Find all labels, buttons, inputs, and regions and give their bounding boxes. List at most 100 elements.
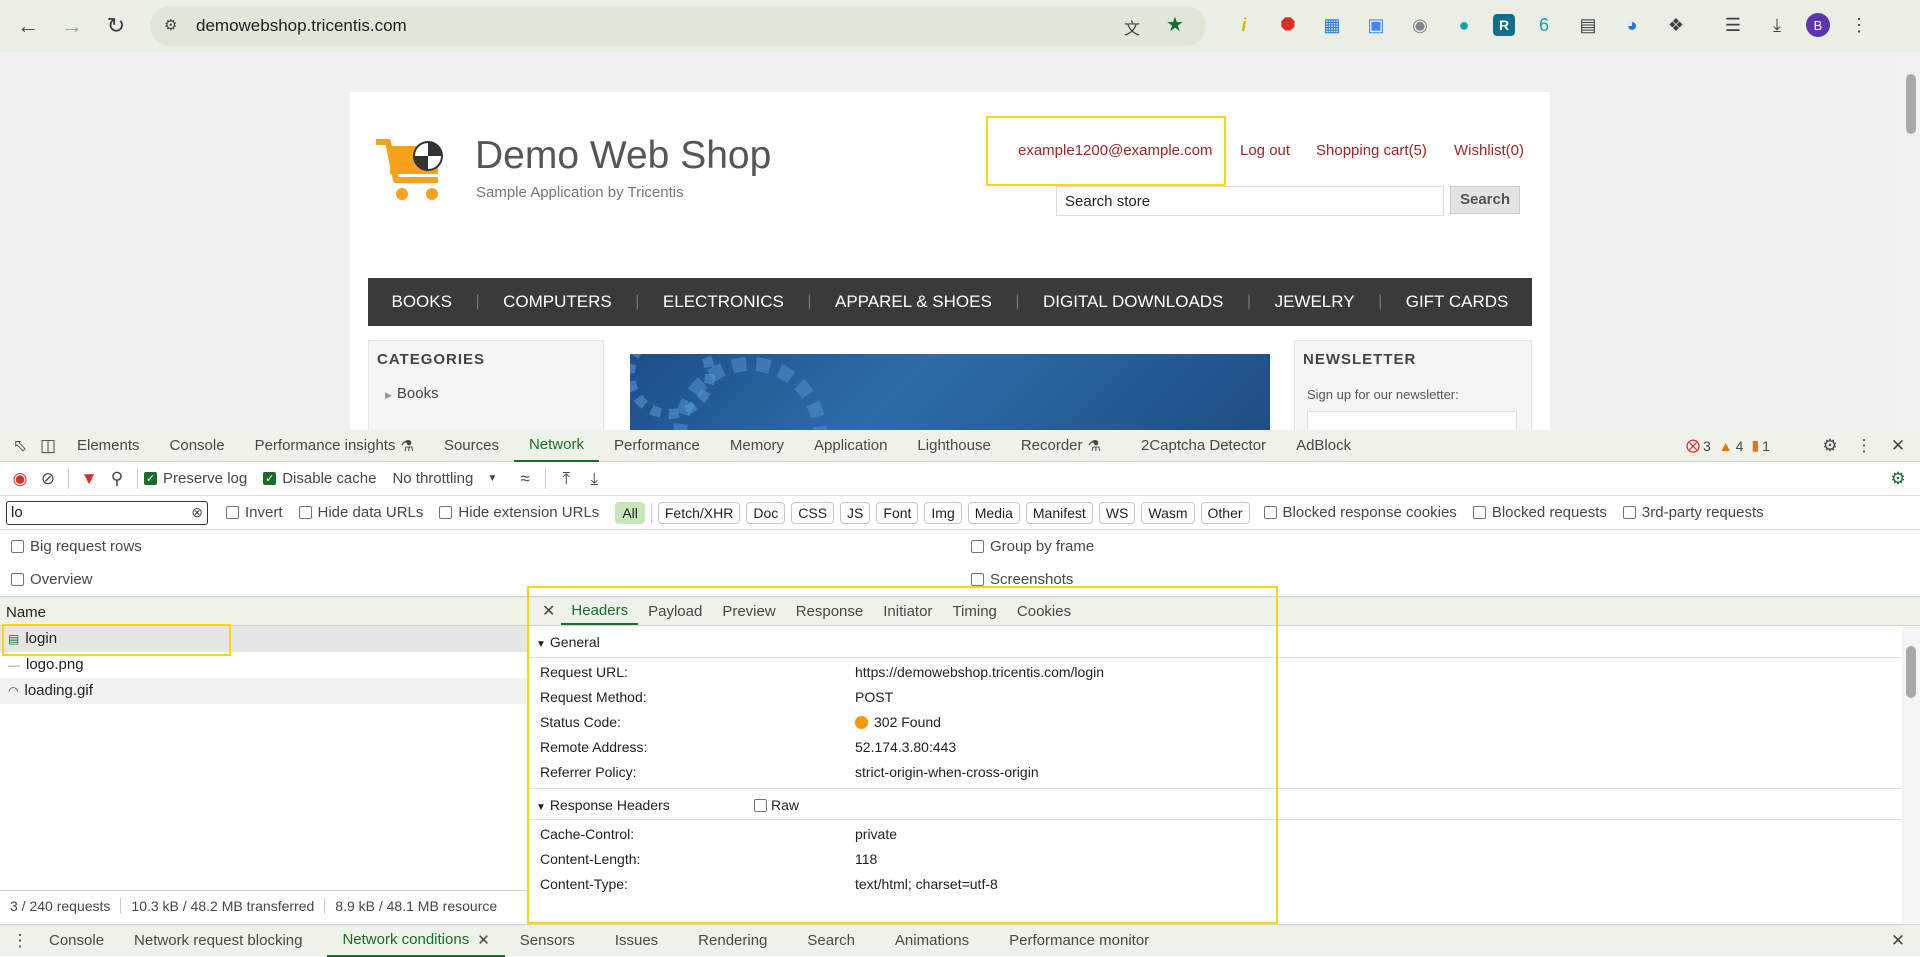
kebab-menu-icon[interactable]: ⋮ <box>1850 432 1878 460</box>
preserve-log-checkbox[interactable]: ✓ Preserve log <box>144 470 247 487</box>
tab-lighthouse[interactable]: Lighthouse <box>902 430 1005 462</box>
third-party-requests-checkbox[interactable]: 3rd-party requests <box>1622 504 1764 521</box>
more-menu-icon[interactable]: ⋮ <box>1844 10 1874 40</box>
network-settings-gear-icon[interactable]: ⚙ <box>1884 465 1912 493</box>
search-icon[interactable]: ⚲ <box>103 465 131 493</box>
scan-extension-icon[interactable]: ▣ <box>1361 10 1391 40</box>
filter-other[interactable]: Other <box>1200 501 1250 524</box>
hide-data-urls-checkbox[interactable]: Hide data URLs <box>298 504 423 521</box>
filter-all[interactable]: All <box>615 501 645 524</box>
menu-item-computers[interactable]: COMPUTERS <box>503 292 612 312</box>
network-conditions-icon[interactable]: ≈ <box>511 465 539 493</box>
filter-manifest[interactable]: Manifest <box>1025 501 1093 524</box>
logo[interactable] <box>374 136 456 206</box>
hide-extension-urls-checkbox[interactable]: Hide extension URLs <box>439 504 599 521</box>
tab-recorder[interactable]: Recorder ⚗ <box>1006 430 1116 462</box>
filter-doc[interactable]: Doc <box>746 501 786 524</box>
drawer-tab-console[interactable]: Console <box>34 925 119 957</box>
tab-elements[interactable]: Elements <box>62 430 155 462</box>
drawer-tab-rendering[interactable]: Rendering <box>683 925 782 957</box>
request-row-loading[interactable]: ◠ loading.gif <box>0 678 527 704</box>
download-icon[interactable]: ⤓ <box>1762 10 1792 40</box>
inspect-element-icon[interactable]: ⬁ <box>6 432 34 460</box>
logout-link[interactable]: Log out <box>1240 142 1290 159</box>
wishlist-link[interactable]: Wishlist(0) <box>1454 142 1524 159</box>
reload-icon[interactable]: ↻ <box>98 8 134 44</box>
filter-input[interactable]: lo ⊗ <box>6 500 208 525</box>
page-scrollbar-thumb[interactable] <box>1906 74 1916 134</box>
import-har-icon[interactable]: ⤒ <box>552 465 580 493</box>
drawer-tab-animations[interactable]: Animations <box>880 925 984 957</box>
drawer-tab-search[interactable]: Search <box>792 925 870 957</box>
newsletter-email-input[interactable] <box>1307 411 1517 430</box>
filter-css[interactable]: CSS <box>791 501 835 524</box>
site-info-icon[interactable]: ⚙ <box>164 16 177 34</box>
close-tab-icon[interactable]: ✕ <box>477 931 490 949</box>
filter-wasm[interactable]: Wasm <box>1141 501 1195 524</box>
filter-img[interactable]: Img <box>924 501 962 524</box>
export-har-icon[interactable]: ⤓ <box>580 465 608 493</box>
drawer-tab-issues[interactable]: Issues <box>600 925 673 957</box>
big-request-rows-checkbox[interactable]: Big request rows <box>11 538 142 555</box>
menu-item-electronics[interactable]: ELECTRONICS <box>663 292 784 312</box>
close-devtools-icon[interactable]: ✕ <box>1884 432 1912 460</box>
group-by-frame-checkbox[interactable]: Group by frame <box>971 538 1094 555</box>
blue-circle-extension-icon[interactable]: ◕ <box>1617 10 1647 40</box>
menu-item-books[interactable]: BOOKS <box>392 292 452 312</box>
category-books[interactable]: ▶ Books <box>385 385 439 402</box>
tab-application[interactable]: Application <box>799 430 902 462</box>
puzzle-extensions-icon[interactable]: ❖ <box>1661 10 1691 40</box>
menu-item-jewelry[interactable]: JEWELRY <box>1275 292 1355 312</box>
drawer-menu-icon[interactable]: ⋮ <box>6 927 34 955</box>
media-controls-icon[interactable]: ☰ <box>1718 10 1748 40</box>
record-stop-icon[interactable]: ◉ <box>6 465 34 493</box>
invert-checkbox[interactable]: Invert <box>226 504 283 521</box>
sheet-extension-icon[interactable]: ▤ <box>1573 10 1603 40</box>
blocked-response-cookies-checkbox[interactable]: Blocked response cookies <box>1263 504 1457 521</box>
clear-filter-icon[interactable]: ⊗ <box>191 504 203 521</box>
filter-ws[interactable]: WS <box>1098 501 1136 524</box>
filter-fetch-xhr[interactable]: Fetch/XHR <box>657 501 741 524</box>
account-link[interactable]: example1200@example.com <box>1018 142 1213 159</box>
tab-adblock[interactable]: AdBlock <box>1281 430 1366 462</box>
r-extension-icon[interactable]: R <box>1493 14 1515 36</box>
tab-network[interactable]: Network <box>513 430 599 462</box>
search-input[interactable]: Search store <box>1056 186 1444 216</box>
drawer-tab-network-conditions[interactable]: Network conditions ✕ <box>327 925 505 957</box>
menu-item-digital-downloads[interactable]: DIGITAL DOWNLOADS <box>1043 292 1223 312</box>
tab-sources[interactable]: Sources <box>429 430 514 462</box>
tab-performance-insights[interactable]: Performance insights ⚗ <box>240 430 429 462</box>
tab-memory[interactable]: Memory <box>715 430 799 462</box>
throttling-select[interactable]: No throttling ▼ <box>392 470 497 487</box>
chart-extension-icon[interactable]: ▦ <box>1317 10 1347 40</box>
details-scrollbar[interactable] <box>1902 626 1920 926</box>
filter-js[interactable]: JS <box>840 501 871 524</box>
address-bar[interactable]: ⚙ demowebshop.tricentis.com 文 ★ <box>150 6 1206 46</box>
extension-i-icon[interactable]: i <box>1229 10 1259 40</box>
tab-2captcha[interactable]: 2Captcha Detector <box>1126 430 1281 462</box>
banner-image[interactable] <box>630 354 1270 430</box>
close-drawer-icon[interactable]: ✕ <box>1884 927 1912 955</box>
menu-item-apparel[interactable]: APPAREL & SHOES <box>835 292 992 312</box>
name-column-header[interactable]: Name <box>0 596 527 626</box>
six-extension-icon[interactable]: 6 <box>1529 10 1559 40</box>
tab-console[interactable]: Console <box>155 430 240 462</box>
back-icon[interactable]: ← <box>10 8 46 44</box>
forward-icon[interactable]: → <box>54 8 90 44</box>
camera-extension-icon[interactable]: ◉ <box>1405 10 1435 40</box>
filter-font[interactable]: Font <box>876 501 919 524</box>
error-count[interactable]: ⨂ 3 ▲ 4 ▮ 1 <box>1686 437 1770 454</box>
search-button[interactable]: Search <box>1450 186 1520 214</box>
drawer-tab-request-blocking[interactable]: Network request blocking <box>119 925 317 957</box>
filter-icon[interactable]: ▼ <box>75 465 103 493</box>
filter-media[interactable]: Media <box>967 501 1020 524</box>
tab-performance[interactable]: Performance <box>599 430 715 462</box>
translate-icon[interactable]: 文 <box>1124 15 1140 39</box>
globe-extension-icon[interactable]: ● <box>1449 10 1479 40</box>
blocked-requests-checkbox[interactable]: Blocked requests <box>1472 504 1607 521</box>
bookmark-star-icon[interactable]: ★ <box>1166 12 1184 37</box>
clear-icon[interactable]: ⊘ <box>34 465 62 493</box>
page-scrollbar[interactable] <box>1902 52 1920 430</box>
disable-cache-checkbox[interactable]: ✓ Disable cache <box>263 470 376 487</box>
device-toolbar-icon[interactable]: ◫ <box>34 432 62 460</box>
